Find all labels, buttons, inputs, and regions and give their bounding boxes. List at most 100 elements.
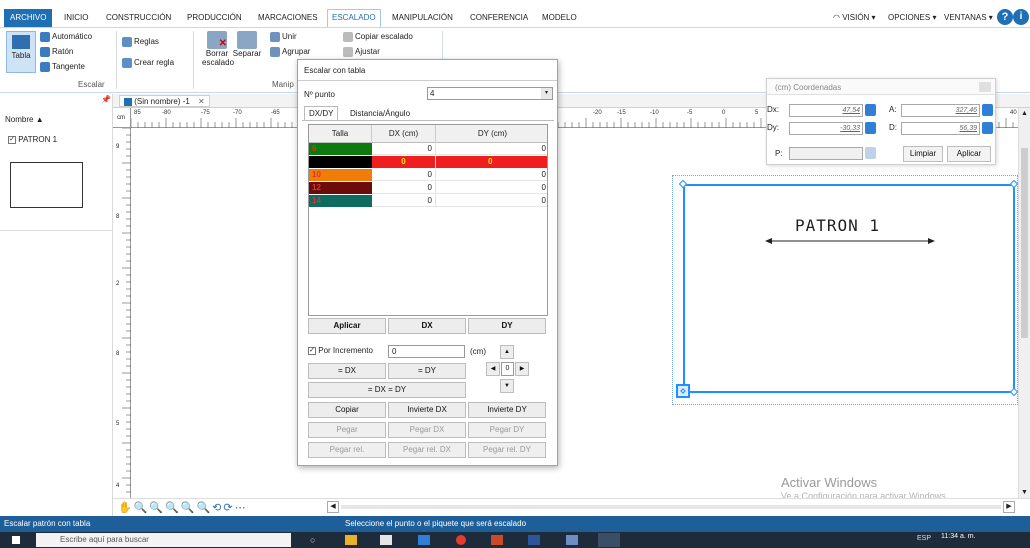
zoom-tools[interactable]: ✋🔍🔍🔍🔍🔍⟲⟳⋯ [118, 501, 248, 514]
dx-input[interactable]: 47,54 [789, 104, 863, 117]
dx-cell[interactable]: 0 [372, 182, 436, 194]
menu-produccion[interactable]: PRODUCCIÓN [187, 10, 242, 26]
menu-modelo[interactable]: MODELO [542, 10, 577, 26]
dx-cell[interactable]: 0 [372, 143, 436, 155]
scroll-down-icon[interactable]: ▼ [1021, 489, 1028, 496]
dx-cell[interactable]: 0 [372, 156, 436, 168]
pattern-thumbnail[interactable] [10, 162, 83, 208]
d-lock-icon[interactable] [982, 122, 993, 134]
menu-conferencia[interactable]: CONFERENCIA [470, 10, 528, 26]
coordinates-close-icon[interactable] [979, 82, 991, 92]
menu-inicio[interactable]: INICIO [64, 10, 88, 26]
dy-lock-icon[interactable] [865, 122, 876, 134]
ajustar-button[interactable]: Ajustar [343, 47, 380, 57]
eq-dy-button[interactable]: = DY [388, 363, 466, 379]
menu-manipulacion[interactable]: MANIPULACIÓN [392, 10, 453, 26]
eq-dx-button[interactable]: = DX [308, 363, 386, 379]
pegar-rel-button[interactable]: Pegar rel. [308, 442, 386, 458]
dy-input[interactable]: -30,33 [789, 122, 863, 135]
scroll-right-icon[interactable]: ▶ [1003, 501, 1015, 513]
copiar-button[interactable]: Copiar [308, 402, 386, 418]
raton-button[interactable]: Ratón [40, 47, 73, 57]
vision-menu[interactable]: ◠ VISIÓN ▾ [833, 10, 876, 26]
pattern-list-item[interactable]: ✓ PATRON 1 [8, 135, 57, 144]
dx-cell[interactable]: 0 [372, 169, 436, 181]
vertical-scrollbar[interactable]: ▲ ▼ [1018, 108, 1030, 498]
limpiar-button[interactable]: Limpiar [903, 146, 943, 162]
taskbar-search[interactable]: Escribe aquí para buscar [36, 533, 291, 547]
dy-cell[interactable]: 0 [436, 195, 547, 207]
pegar-button[interactable]: Pegar [308, 422, 386, 438]
tab-dxdy[interactable]: DX/DY [304, 106, 339, 120]
pin-icon[interactable]: 📌 [101, 95, 111, 104]
pegar-dy-button[interactable]: Pegar DY [468, 422, 546, 438]
tab-distancia-angulo[interactable]: Distancia/Ángulo [350, 107, 410, 120]
copiar-escalado-button[interactable]: Copiar escalado [343, 32, 413, 42]
dy-cell[interactable]: 0 [436, 182, 547, 194]
p-input[interactable] [789, 147, 863, 160]
step-down-icon[interactable]: ▼ [500, 379, 514, 393]
pattern-piece[interactable]: PATRON 1 [683, 184, 1015, 393]
step-right-icon[interactable]: ▶ [515, 362, 529, 376]
borrar-escalado-button[interactable]: ✕ Borrar escalado [202, 31, 234, 67]
eq-dx-dy-button[interactable]: = DX = DY [308, 382, 466, 398]
table-row[interactable]: 14 0 0 [309, 195, 547, 207]
horizontal-scrollbar[interactable] [341, 505, 1001, 509]
invierte-dx-button[interactable]: Invierte DX [388, 402, 466, 418]
scroll-thumb[interactable] [1021, 148, 1028, 338]
npunto-select[interactable]: 4 ▾ [427, 87, 553, 100]
pegar-rel-dx-button[interactable]: Pegar rel. DX [388, 442, 466, 458]
drawing-canvas[interactable]: PATRON 1 Activar Windows Ve a Configurac… [131, 128, 1019, 501]
dy-cell[interactable]: 0 [436, 156, 547, 168]
scroll-up-icon[interactable]: ▲ [1021, 110, 1028, 117]
aplicar-button[interactable]: Aplicar [308, 318, 386, 334]
dx-lock-icon[interactable] [865, 104, 876, 116]
task-view-icon[interactable]: ○ [310, 535, 315, 545]
reglas-button[interactable]: Reglas [122, 37, 159, 47]
powerpoint-icon[interactable] [491, 535, 503, 545]
a-lock-icon[interactable] [982, 104, 993, 116]
word-icon[interactable] [528, 535, 540, 545]
pegar-rel-dy-button[interactable]: Pegar rel. DY [468, 442, 546, 458]
tabla-button[interactable]: Tabla [6, 31, 36, 73]
menu-archivo[interactable]: ARCHIVO [4, 9, 53, 27]
invierte-dy-button[interactable]: Invierte DY [468, 402, 546, 418]
app-icon[interactable] [566, 535, 578, 545]
dy-cell[interactable]: 0 [436, 143, 547, 155]
table-row[interactable]: 12 0 0 [309, 182, 547, 194]
size-table[interactable]: Talla DX (cm) DY (cm) 6 0 0 8 0 0 10 0 0 12 0 0 14 0 0 [308, 124, 548, 316]
aplicar-coords-button[interactable]: Aplicar [947, 146, 991, 162]
document-tab[interactable]: (Sin nombre) -1 ✕ [119, 95, 210, 107]
menu-marcaciones[interactable]: MARCACIONES [258, 10, 318, 26]
tangente-button[interactable]: Tangente [40, 62, 85, 72]
por-incremento-checkbox[interactable]: ✓ Por Incremento [308, 346, 373, 355]
windows-start-icon[interactable] [12, 536, 20, 544]
chevron-down-icon[interactable]: ▾ [541, 88, 552, 99]
dy-button[interactable]: DY [468, 318, 546, 334]
menu-construccion[interactable]: CONSTRUCCIÓN [106, 10, 171, 26]
sort-header[interactable]: Nombre ▲ [5, 115, 44, 124]
mail-icon[interactable] [418, 535, 430, 545]
menu-escalado[interactable]: ESCALADO [327, 9, 381, 28]
a-input[interactable]: 327,46 [901, 104, 980, 117]
selected-point-handle[interactable] [676, 384, 690, 398]
agrupar-button[interactable]: Agrupar [270, 47, 310, 57]
table-row[interactable]: 800 [309, 156, 547, 168]
close-tab-icon[interactable]: ✕ [198, 97, 205, 106]
table-row[interactable]: 10 0 0 [309, 169, 547, 181]
automatico-button[interactable]: Automático [40, 32, 92, 42]
dy-cell[interactable]: 0 [436, 169, 547, 181]
chrome-icon[interactable] [456, 535, 466, 545]
ventanas-menu[interactable]: VENTANAS ▾ [944, 10, 993, 26]
opciones-menu[interactable]: OPCIONES ▾ [888, 10, 936, 26]
step-up-icon[interactable]: ▲ [500, 345, 514, 359]
info-icon[interactable]: i [1013, 9, 1029, 25]
d-input[interactable]: 56,39 [901, 122, 980, 135]
dx-button[interactable]: DX [388, 318, 466, 334]
help-icon[interactable]: ? [997, 9, 1013, 25]
separar-button[interactable]: Separar [232, 31, 262, 58]
crear-regla-button[interactable]: Crear regla [122, 58, 174, 68]
file-explorer-icon[interactable] [345, 535, 357, 545]
pattern-checkbox[interactable]: ✓ [8, 135, 16, 144]
scroll-left-icon[interactable]: ◀ [327, 501, 339, 513]
